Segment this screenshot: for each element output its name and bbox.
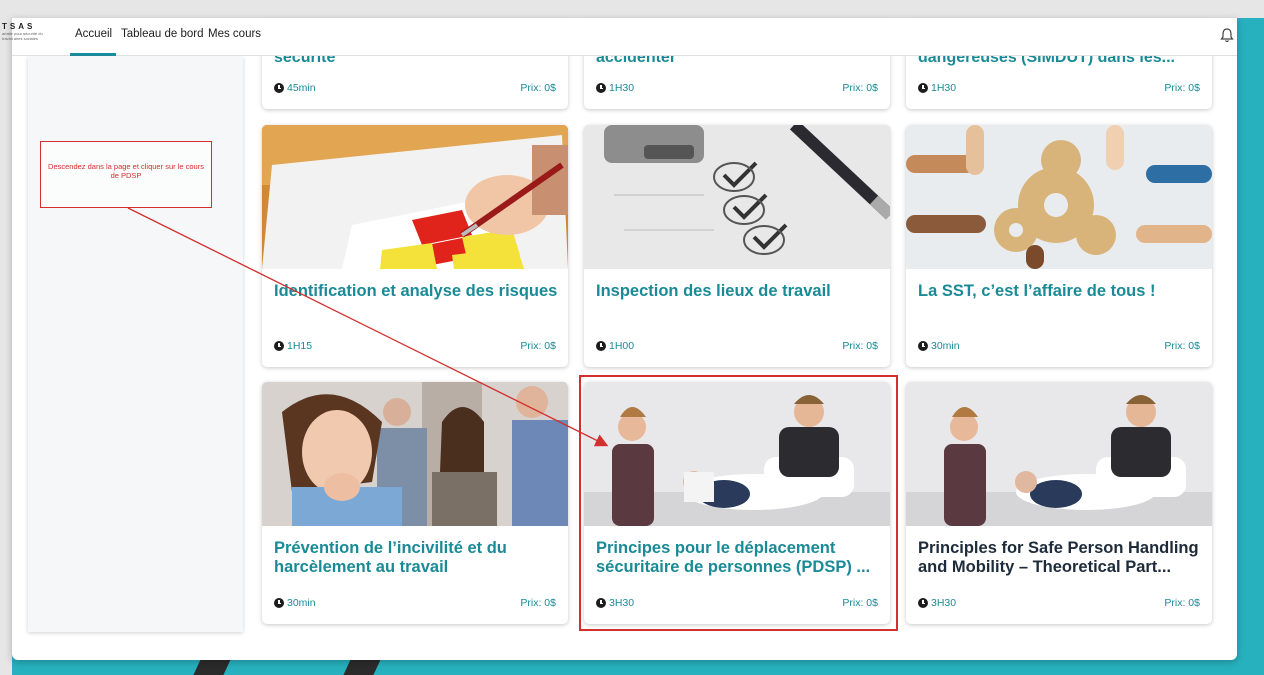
course-card-safe-person-handling[interactable]: Principles for Safe Person Handling and … (906, 382, 1212, 624)
course-price: Prix: 0$ (842, 597, 878, 609)
course-price: Prix: 0$ (1164, 82, 1200, 94)
course-price: Prix: 0$ (520, 597, 556, 609)
course-duration: 3H30 (609, 597, 635, 609)
course-card-sst[interactable]: La SST, c’est l’affaire de tous ! 30min … (906, 125, 1212, 367)
course-meta: 1H30 Prix: 0$ (596, 82, 878, 96)
course-duration: 1H30 (609, 82, 635, 94)
course-duration: 30min (931, 340, 960, 352)
course-thumbnail (262, 382, 568, 526)
bell-icon[interactable] (1217, 26, 1237, 46)
course-title: Principles for Safe Person Handling and … (918, 539, 1199, 576)
nav-link-tableau-de-bord[interactable]: Tableau de bord (121, 28, 203, 40)
course-meta: 30min Prix: 0$ (918, 340, 1200, 354)
course-meta: 1H30 Prix: 0$ (918, 82, 1200, 96)
clock-icon (274, 341, 284, 351)
course-title: Prévention de l’incivilité et du harcèle… (274, 539, 507, 576)
course-meta: 45min Prix: 0$ (274, 82, 556, 96)
decorative-stripe (182, 658, 232, 675)
course-thumbnail (906, 125, 1212, 269)
clock-icon (596, 341, 606, 351)
course-card-pdsp[interactable]: Principes pour le déplacement sécuritair… (584, 382, 890, 624)
course-title: La SST, c’est l’affaire de tous ! (918, 282, 1156, 300)
course-duration: 1H30 (931, 82, 957, 94)
course-card-identification[interactable]: Identification et analyse des risques 1H… (262, 125, 568, 367)
site-logo[interactable]: TSAS ariatie pour sécurité du travail ai… (2, 22, 58, 41)
course-price: Prix: 0$ (520, 82, 556, 94)
course-meta: 3H30 Prix: 0$ (918, 597, 1200, 611)
navbar-overlay: TSAS ariatie pour sécurité du travail ai… (2, 18, 1237, 56)
clock-icon (596, 598, 606, 608)
course-price: Prix: 0$ (1164, 597, 1200, 609)
course-card-incivilite[interactable]: Prévention de l’incivilité et du harcèle… (262, 382, 568, 624)
active-tab-indicator (70, 53, 116, 56)
course-title: Principes pour le déplacement sécuritair… (596, 539, 871, 576)
course-meta: 3H30 Prix: 0$ (596, 597, 878, 611)
instruction-annotation-box: Descendez dans la page et cliquer sur le… (40, 141, 212, 208)
course-title: Inspection des lieux de travail (596, 282, 831, 300)
decorative-stripe (332, 658, 382, 675)
clock-icon (274, 598, 284, 608)
nav-link-accueil[interactable]: Accueil (75, 28, 112, 40)
logo-brand: TSAS (2, 22, 36, 31)
nav-link-mes-cours[interactable]: Mes cours (208, 28, 261, 40)
course-price: Prix: 0$ (1164, 340, 1200, 352)
course-price: Prix: 0$ (520, 340, 556, 352)
course-card-inspection[interactable]: Inspection des lieux de travail 1H00 Pri… (584, 125, 890, 367)
instruction-annotation-text: Descendez dans la page et cliquer sur le… (48, 162, 204, 180)
clock-icon (918, 83, 928, 93)
clock-icon (918, 598, 928, 608)
course-thumbnail (584, 382, 890, 526)
course-thumbnail (584, 125, 890, 269)
course-duration: 3H30 (931, 597, 957, 609)
course-price: Prix: 0$ (842, 82, 878, 94)
course-thumbnail (262, 125, 568, 269)
clock-icon (596, 83, 606, 93)
course-price: Prix: 0$ (842, 340, 878, 352)
course-duration: 45min (287, 82, 316, 94)
course-duration: 1H15 (287, 340, 313, 352)
course-duration: 30min (287, 597, 316, 609)
logo-subtitle: ariatie pour sécurité du travail aires s… (2, 31, 43, 41)
course-thumbnail (906, 382, 1212, 526)
clock-icon (274, 83, 284, 93)
clock-icon (918, 341, 928, 351)
course-title: Identification et analyse des risques (274, 282, 558, 300)
course-meta: 1H00 Prix: 0$ (596, 340, 878, 354)
course-meta: 1H15 Prix: 0$ (274, 340, 556, 354)
course-meta: 30min Prix: 0$ (274, 597, 556, 611)
course-duration: 1H00 (609, 340, 635, 352)
